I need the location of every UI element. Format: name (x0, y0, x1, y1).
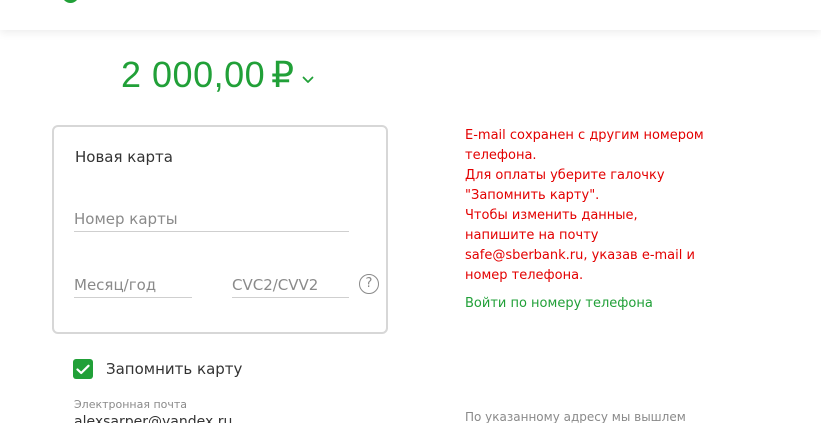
email-label: Электронная почта (74, 398, 188, 411)
cvc-field (232, 273, 349, 298)
payment-amount: 2 000,00 (121, 54, 266, 95)
currency-symbol: ₽ (271, 54, 295, 95)
error-message: E-mail сохранен с другим номером телефон… (465, 126, 725, 286)
new-card-form: Новая карта ? (52, 125, 388, 334)
phone-login-link[interactable]: Войти по номеру телефона (465, 296, 653, 311)
header-bar (0, 0, 821, 30)
card-form-title: Новая карта (75, 148, 173, 166)
card-number-field (74, 207, 349, 232)
remember-card-checkbox[interactable]: Запомнить карту (73, 359, 242, 379)
error-line: телефона. (465, 148, 537, 163)
expiry-input[interactable] (74, 273, 192, 297)
error-line: номер телефона. (465, 268, 584, 283)
check-icon[interactable] (73, 359, 93, 379)
currency-selector[interactable]: ₽ (271, 52, 314, 98)
remember-card-label: Запомнить карту (106, 360, 243, 378)
email-value[interactable]: alexsarper@yandex.ru (74, 414, 232, 423)
error-line: "Запомнить карту". (465, 188, 600, 203)
error-line: Чтобы изменить данные, (465, 208, 638, 223)
payment-page: 2 000,00 ₽ Новая карта ? Запомнить карту… (0, 0, 821, 423)
error-line: напишите на почту (465, 228, 599, 243)
sberbank-logo (62, 0, 79, 3)
card-number-input[interactable] (74, 207, 349, 231)
error-line: Для оплаты уберите галочку (465, 168, 665, 183)
chevron-down-icon (302, 69, 314, 88)
amount-row: 2 000,00 ₽ (121, 52, 314, 98)
email-info-note: По указанному адресу мы вышлем (465, 410, 686, 423)
cvc-input[interactable] (232, 273, 349, 297)
error-line: safe@sberbank.ru, указав e-mail и (465, 248, 695, 263)
error-line: E-mail сохранен с другим номером (465, 128, 704, 143)
expiry-field (74, 273, 192, 298)
help-circle-icon[interactable]: ? (359, 274, 379, 294)
